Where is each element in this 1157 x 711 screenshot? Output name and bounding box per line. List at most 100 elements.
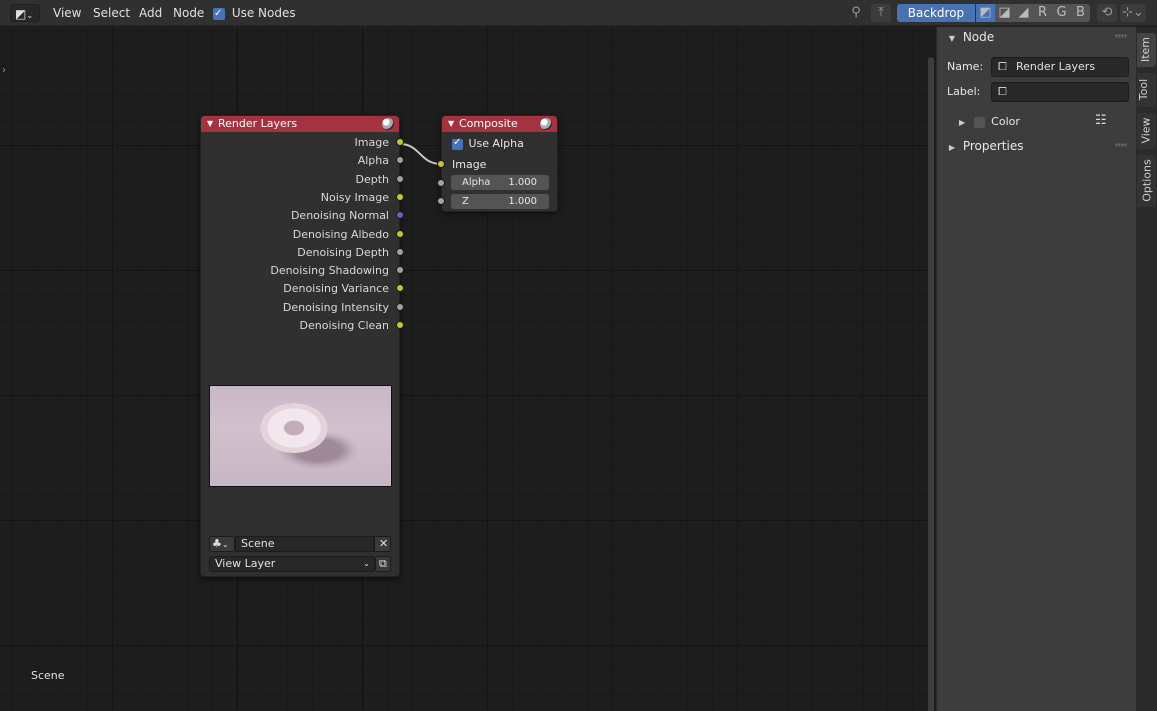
preview-sphere-icon[interactable] bbox=[382, 118, 394, 130]
composite-node-header[interactable]: ▼ Composite bbox=[442, 116, 557, 132]
channel-g-button[interactable]: G bbox=[1052, 4, 1071, 22]
output-denoising-variance: Denoising Variance bbox=[283, 282, 389, 296]
gizmo-menu-icon[interactable]: ⊹⌄ bbox=[1120, 4, 1146, 22]
render-layer-icon[interactable]: ⧉ bbox=[375, 556, 391, 572]
menu-select[interactable]: Select bbox=[89, 4, 134, 22]
toolbar-expand-arrow-icon[interactable]: › bbox=[2, 65, 6, 76]
use-nodes-checkbox[interactable] bbox=[213, 5, 225, 23]
node-label-field[interactable]: ⧠ bbox=[991, 82, 1129, 102]
tab-item[interactable]: Item bbox=[1137, 33, 1156, 67]
collapse-triangle-icon[interactable]: ▼ bbox=[207, 116, 213, 132]
chevron-down-icon: ⌄ bbox=[221, 540, 229, 549]
use-nodes-toggle[interactable]: Use Nodes bbox=[209, 4, 300, 23]
chevron-down-icon: ⌄ bbox=[26, 11, 34, 20]
use-alpha-checkbox[interactable] bbox=[452, 136, 463, 150]
sidebar-tabs: Item Tool View Options bbox=[1136, 27, 1157, 711]
alpha-input-field[interactable]: Alpha 1.000 bbox=[451, 175, 549, 190]
menu-view[interactable]: View bbox=[49, 4, 85, 22]
socket-image[interactable] bbox=[396, 138, 404, 146]
node-panel-header[interactable]: ▼ Node bbox=[941, 27, 1133, 47]
editor-type-selector[interactable]: ◩⌄ bbox=[10, 4, 40, 22]
node-editor-header: ◩⌄ View Select Add Node Use Nodes ⚲ ⤒ Ba… bbox=[0, 0, 1157, 26]
socket-depth[interactable] bbox=[396, 174, 404, 183]
drag-handle-icon[interactable] bbox=[1115, 34, 1127, 38]
snap-icon[interactable]: ⟲ bbox=[1097, 4, 1117, 22]
output-alpha: Alpha bbox=[357, 154, 389, 168]
node-icon: ⧠ bbox=[998, 60, 1007, 73]
properties-panel-header[interactable]: ▶ Properties bbox=[941, 136, 1133, 156]
output-noisy-image: Noisy Image bbox=[320, 190, 389, 204]
z-field-value: 1.000 bbox=[508, 196, 537, 207]
z-input-field[interactable]: Z 1.000 bbox=[451, 194, 549, 209]
tab-options[interactable]: Options bbox=[1137, 155, 1156, 207]
render-layers-node-header[interactable]: ▼ Render Layers bbox=[201, 116, 399, 132]
collapsed-triangle-icon: ▶ bbox=[948, 143, 956, 152]
name-label: Name: bbox=[947, 60, 984, 73]
composite-node[interactable]: ▼ Composite Use Alpha Image Alpha 1.000 … bbox=[441, 115, 558, 212]
socket-denoising-clean[interactable] bbox=[396, 321, 404, 329]
output-denoising-clean: Denoising Clean bbox=[299, 319, 389, 332]
scene-icon: ♣ bbox=[212, 537, 222, 550]
properties-panel-title: Properties bbox=[962, 139, 1024, 153]
menu-add[interactable]: Add bbox=[135, 4, 166, 22]
use-alpha-toggle[interactable]: Use Alpha bbox=[452, 136, 524, 151]
socket-denoising-intensity[interactable] bbox=[396, 302, 404, 311]
node-name-field[interactable]: ⧠ Render Layers bbox=[991, 57, 1129, 77]
label-label: Label: bbox=[947, 85, 981, 98]
output-denoising-intensity: Denoising Intensity bbox=[282, 300, 389, 314]
use-alpha-label: Use Alpha bbox=[468, 137, 524, 150]
view-layer-selector[interactable]: View Layer ⌄ bbox=[209, 556, 375, 572]
scene-name-overlay: Scene bbox=[31, 669, 65, 682]
node-panel-title: Node bbox=[962, 30, 995, 44]
backdrop-button[interactable]: Backdrop bbox=[897, 4, 975, 22]
node-icon: ⧠ bbox=[998, 85, 1007, 98]
scene-type-selector[interactable]: ♣⌄ bbox=[209, 536, 235, 552]
output-image: Image bbox=[354, 136, 389, 149]
color-subpanel-header[interactable]: ▶ Color bbox=[959, 114, 1020, 130]
preview-sphere-icon[interactable] bbox=[540, 118, 552, 130]
drag-handle-icon[interactable] bbox=[1115, 143, 1127, 147]
color-alpha-channel-icon[interactable]: ◩ bbox=[976, 4, 995, 22]
tab-view[interactable]: View bbox=[1137, 113, 1156, 149]
socket-denoising-albedo[interactable] bbox=[396, 229, 404, 238]
composite-alpha-socket[interactable] bbox=[437, 179, 445, 187]
composite-image-socket[interactable] bbox=[437, 160, 445, 168]
chevron-down-icon: ⌄ bbox=[363, 559, 370, 568]
socket-denoising-normal[interactable] bbox=[396, 211, 404, 220]
socket-denoising-shadowing[interactable] bbox=[396, 266, 404, 275]
color-presets-icon[interactable]: ☷ bbox=[1095, 113, 1107, 128]
parent-node-tree-icon[interactable]: ⤒ bbox=[871, 4, 891, 22]
expanded-triangle-icon: ▼ bbox=[948, 34, 956, 43]
color-checkbox[interactable] bbox=[973, 116, 985, 128]
render-layers-node-title: Render Layers bbox=[218, 117, 298, 130]
render-preview-image bbox=[209, 385, 392, 487]
socket-alpha[interactable] bbox=[396, 156, 404, 165]
image-input-label: Image bbox=[452, 158, 487, 171]
alpha-channel-icon[interactable]: ◢ bbox=[1014, 4, 1033, 22]
sidebar-panel: ▼ Node Name: ⧠ Render Layers Label: ⧠ ▶ … bbox=[936, 27, 1136, 711]
channel-b-button[interactable]: B bbox=[1071, 4, 1090, 22]
collapse-triangle-icon[interactable]: ▼ bbox=[448, 116, 454, 132]
menu-node[interactable]: Node bbox=[169, 4, 208, 22]
vertical-scrollbar[interactable] bbox=[928, 57, 934, 711]
output-denoising-normal: Denoising Normal bbox=[290, 209, 389, 223]
socket-denoising-variance[interactable] bbox=[396, 284, 404, 293]
socket-noisy-image[interactable] bbox=[396, 192, 404, 201]
socket-denoising-depth[interactable] bbox=[396, 247, 404, 256]
node-editor-canvas[interactable]: › ▼ Render Layers Image Alpha Depth Noisy I… bbox=[0, 27, 936, 711]
z-field-label: Z bbox=[462, 196, 469, 207]
channel-r-button[interactable]: R bbox=[1033, 4, 1052, 22]
scene-field[interactable]: Scene bbox=[235, 536, 374, 552]
alpha-field-label: Alpha bbox=[462, 177, 491, 188]
pin-icon[interactable]: ⚲ bbox=[846, 4, 866, 22]
output-denoising-depth: Denoising Depth bbox=[297, 245, 389, 259]
composite-z-socket[interactable] bbox=[437, 197, 445, 205]
color-channel-icon[interactable]: ◪ bbox=[995, 4, 1014, 22]
tab-tool[interactable]: Tool bbox=[1137, 73, 1156, 107]
render-layers-node[interactable]: ▼ Render Layers Image Alpha Depth Noisy Ima… bbox=[200, 115, 400, 577]
node-editor-icon: ◩ bbox=[15, 7, 27, 21]
node-name-value: Render Layers bbox=[1016, 60, 1096, 73]
color-label: Color bbox=[991, 115, 1020, 128]
composite-node-title: Composite bbox=[459, 117, 518, 130]
close-icon[interactable]: ✕ bbox=[374, 536, 391, 552]
